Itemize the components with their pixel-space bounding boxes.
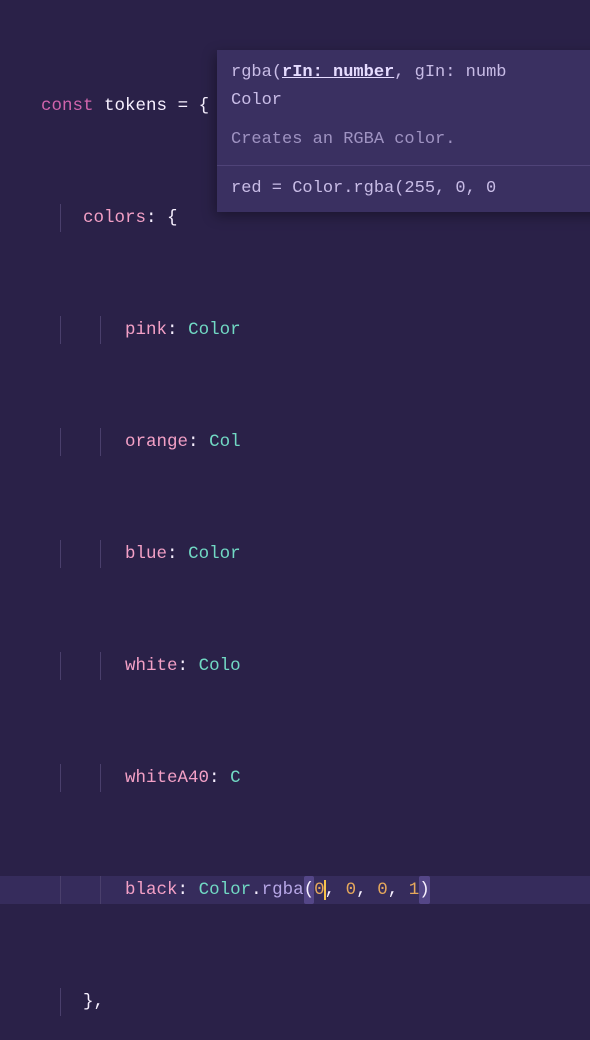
tooltip-param-type: number: [333, 63, 394, 82]
type-color: Colo: [199, 652, 241, 680]
tooltip-current-param: rIn: [282, 63, 313, 82]
code-line[interactable]: blue: Color: [0, 540, 590, 568]
signature-help-tooltip: rgba(rIn: number, gIn: numb Color Create…: [217, 50, 590, 212]
tooltip-rest-sig: , gIn: numb: [394, 63, 506, 82]
var-tokens: tokens: [104, 92, 167, 120]
arg-b: 0: [377, 876, 388, 904]
keyword-const: const: [41, 92, 94, 120]
type-color: Color: [199, 876, 252, 904]
key-orange: orange: [125, 428, 188, 456]
type-color: Color: [188, 540, 241, 568]
tooltip-signature: rgba(rIn: number, gIn: numb: [231, 60, 590, 86]
code-line[interactable]: orange: Col: [0, 428, 590, 456]
key-white: white: [125, 652, 178, 680]
type-color: Color: [188, 316, 241, 344]
code-line[interactable]: white: Colo: [0, 652, 590, 680]
key-blue: blue: [125, 540, 167, 568]
key-black: black: [125, 876, 178, 904]
type-color: Col: [209, 428, 241, 456]
tooltip-example: red = Color.rgba(255, 0, 0: [231, 176, 590, 202]
arg-a: 1: [409, 876, 420, 904]
tooltip-divider: [217, 165, 590, 166]
key-colors: colors: [83, 204, 146, 232]
type-color: C: [230, 764, 241, 792]
paren-open-hl: (: [304, 876, 315, 904]
arg-g: 0: [346, 876, 357, 904]
code-line-current[interactable]: black: Color.rgba(0, 0, 0, 1): [0, 876, 590, 904]
code-line[interactable]: whiteA40: C: [0, 764, 590, 792]
key-pink: pink: [125, 316, 167, 344]
tooltip-return-type: Color: [231, 88, 590, 114]
key-whiteA40: whiteA40: [125, 764, 209, 792]
code-line[interactable]: },: [0, 988, 590, 1016]
paren-close-hl: ): [419, 876, 430, 904]
tooltip-fn-name: rgba: [231, 63, 272, 82]
tooltip-description: Creates an RGBA color.: [231, 127, 590, 153]
fn-rgba: rgba: [262, 876, 304, 904]
code-line[interactable]: pink: Color: [0, 316, 590, 344]
